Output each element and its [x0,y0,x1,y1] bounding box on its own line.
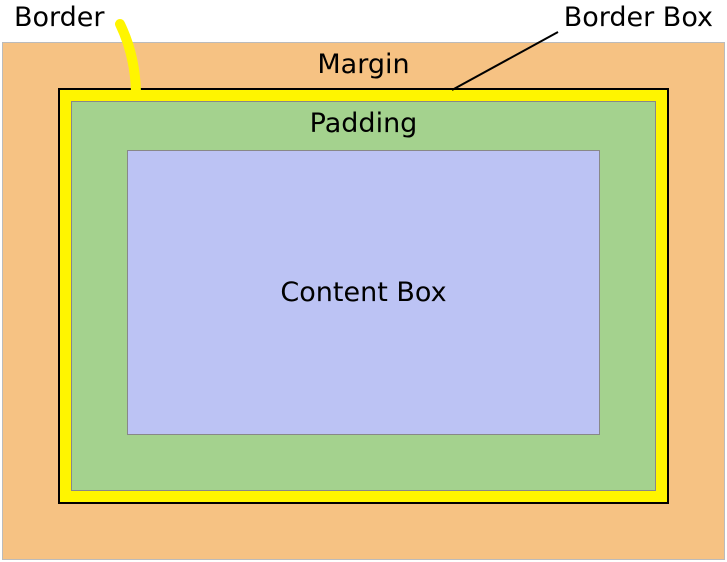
border-box-label: Border Box [564,2,713,33]
border-label: Border [14,2,105,33]
margin-text: Margin [3,49,724,80]
padding-text: Padding [72,108,655,139]
content-box-region: Content Box [127,150,600,435]
border-region: Padding Content Box [58,88,669,504]
padding-region: Padding Content Box [71,101,656,491]
margin-region: Margin Padding Content Box [2,42,725,560]
content-box-text: Content Box [280,277,446,308]
